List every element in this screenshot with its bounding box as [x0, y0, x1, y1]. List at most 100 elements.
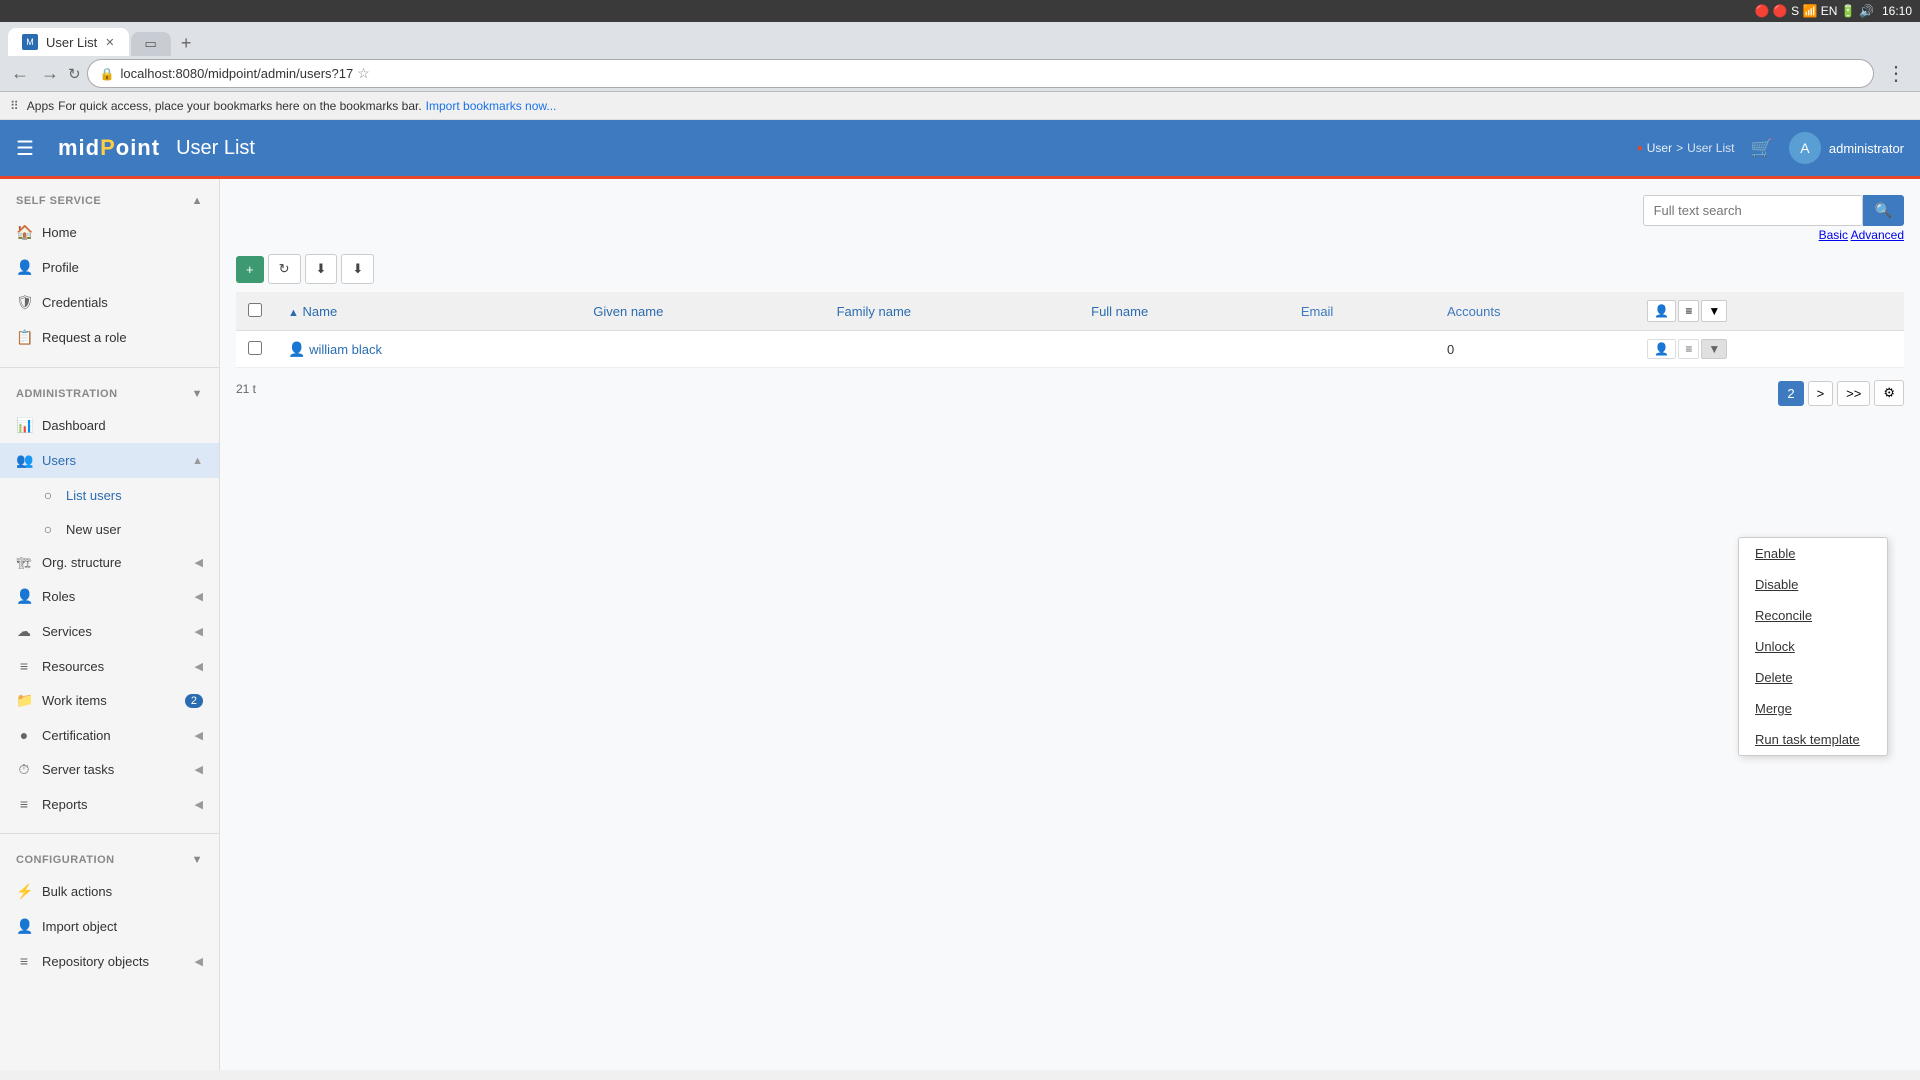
forward-button[interactable]: → — [38, 60, 62, 87]
breadcrumb-user-link[interactable]: User — [1647, 141, 1672, 155]
administration-header[interactable]: ADMINISTRATION ▼ — [0, 380, 219, 408]
sidebar-item-services[interactable]: ☁ Services ◀ — [0, 614, 219, 649]
basic-search-link[interactable]: Basic — [1819, 228, 1848, 242]
sidebar-item-reports[interactable]: ≡ Reports ◀ — [0, 787, 219, 821]
services-chevron: ◀ — [195, 625, 203, 638]
export-button[interactable]: ⬇ — [341, 254, 374, 284]
active-tab[interactable]: M User List ✕ — [8, 28, 129, 56]
row-action-user-btn[interactable]: 👤 — [1647, 339, 1676, 359]
bookmark-star-icon[interactable]: ☆ — [357, 65, 370, 82]
col-header-family-name[interactable]: Family name — [825, 292, 1080, 331]
cart-icon[interactable]: 🛒 — [1750, 138, 1772, 159]
sidebar-server-tasks-label: Server tasks — [42, 762, 114, 777]
sidebar-item-server-tasks[interactable]: ⏱ Server tasks ◀ — [0, 752, 219, 787]
advanced-search-link[interactable]: Advanced — [1851, 228, 1904, 242]
search-button[interactable]: 🔍 — [1863, 195, 1904, 226]
sidebar-org-structure-label: Org. structure — [42, 555, 121, 570]
dropdown-item-unlock[interactable]: Unlock — [1739, 631, 1887, 662]
dropdown-item-delete[interactable]: Delete — [1739, 662, 1887, 693]
dropdown-item-merge[interactable]: Merge — [1739, 693, 1887, 724]
dropdown-item-disable[interactable]: Disable — [1739, 569, 1887, 600]
username-label: administrator — [1829, 141, 1904, 156]
request-role-icon: 📋 — [16, 329, 32, 346]
content-area: 🔍 Basic Advanced + — [220, 179, 1920, 1070]
sidebar-work-items-label: Work items — [42, 693, 107, 708]
import-bookmarks-link[interactable]: Import bookmarks now... — [426, 99, 557, 113]
user-menu[interactable]: A administrator — [1789, 132, 1904, 164]
configuration-chevron: ▼ — [192, 854, 203, 866]
list-users-icon: ○ — [40, 487, 56, 503]
dropdown-item-enable[interactable]: Enable — [1739, 538, 1887, 569]
sidebar-item-import-object[interactable]: 👤 Import object — [0, 909, 219, 944]
search-input[interactable] — [1643, 195, 1863, 226]
select-all-checkbox[interactable] — [248, 303, 262, 317]
sidebar-item-roles[interactable]: 👤 Roles ◀ — [0, 579, 219, 614]
bookmarks-apps-label: Apps — [27, 99, 54, 113]
dropdown-item-reconcile[interactable]: Reconcile — [1739, 600, 1887, 631]
sidebar-item-request-role[interactable]: 📋 Request a role — [0, 320, 219, 355]
inactive-tab[interactable]: ▭ — [131, 32, 171, 56]
col-header-email[interactable]: Email — [1289, 292, 1435, 331]
sidebar-reports-label: Reports — [42, 797, 88, 812]
app-container: ☰ midPoint User List ● User > User List … — [0, 120, 1920, 1070]
refresh-button[interactable]: ↻ — [268, 254, 301, 284]
url-bar[interactable]: 🔒 localhost:8080/midpoint/admin/users?17… — [87, 59, 1874, 88]
dashboard-icon: 📊 — [16, 417, 32, 434]
sidebar-item-work-items[interactable]: 📁 Work items 2 — [0, 683, 219, 718]
row-name-cell: 👤 william black — [276, 331, 581, 368]
page-2-button[interactable]: 2 — [1778, 381, 1803, 406]
self-service-header[interactable]: SELF SERVICE ▲ — [0, 187, 219, 215]
col-icon-btn-1[interactable]: 👤 — [1647, 300, 1676, 322]
sidebar-item-list-users[interactable]: ○ List users — [0, 478, 219, 512]
sidebar-roles-label: Roles — [42, 589, 75, 604]
row-action-dropdown-btn[interactable]: ▼ — [1701, 339, 1727, 359]
row-action-list-btn[interactable]: ≡ — [1678, 339, 1699, 359]
sidebar-item-resources[interactable]: ≡ Resources ◀ — [0, 649, 219, 683]
sidebar-item-users[interactable]: 👥 Users ▲ — [0, 443, 219, 478]
administration-label: ADMINISTRATION — [16, 388, 118, 400]
sidebar-item-new-user[interactable]: ○ New user — [0, 512, 219, 546]
roles-chevron: ◀ — [195, 590, 203, 603]
sidebar-item-certification[interactable]: ● Certification ◀ — [0, 718, 219, 752]
page-settings-button[interactable]: ⚙ — [1874, 380, 1904, 406]
add-icon: + — [246, 262, 254, 277]
row-checkbox[interactable] — [248, 341, 262, 355]
configuration-header[interactable]: CONFIGURATION ▼ — [0, 846, 219, 874]
col-header-accounts[interactable]: Accounts — [1435, 292, 1635, 331]
tab-label: User List — [46, 35, 97, 50]
browser-menu-button[interactable]: ⋮ — [1880, 58, 1912, 89]
row-user-icon: 👤 — [288, 341, 305, 357]
hamburger-menu-icon[interactable]: ☰ — [16, 136, 34, 161]
sidebar-item-home[interactable]: 🏠 Home — [0, 215, 219, 250]
add-button[interactable]: + — [236, 256, 264, 283]
accounts-value: 0 — [1447, 342, 1454, 357]
new-tab-button[interactable]: + — [175, 31, 198, 56]
page-title: User List — [176, 137, 1621, 160]
col-header-full-name[interactable]: Full name — [1079, 292, 1289, 331]
sidebar-item-org-structure[interactable]: 🏗 Org. structure ◀ — [0, 546, 219, 579]
bookmarks-bar: ⠿ Apps For quick access, place your book… — [0, 92, 1920, 120]
dropdown-item-run-task-template[interactable]: Run task template — [1739, 724, 1887, 755]
work-items-badge: 2 — [185, 694, 203, 708]
sidebar-item-dashboard[interactable]: 📊 Dashboard — [0, 408, 219, 443]
back-button[interactable]: ← — [8, 60, 32, 87]
col-header-name[interactable]: ▲ Name — [276, 292, 581, 331]
sidebar-item-bulk-actions[interactable]: ⚡ Bulk actions — [0, 874, 219, 909]
tab-close-button[interactable]: ✕ — [105, 36, 114, 49]
roles-icon: 👤 — [16, 588, 32, 605]
sidebar-item-credentials[interactable]: 🛡 Credentials — [0, 285, 219, 320]
sidebar-item-repository-objects[interactable]: ≡ Repository objects ◀ — [0, 944, 219, 978]
page-next-button[interactable]: > — [1808, 381, 1834, 406]
row-name-link[interactable]: william black — [309, 342, 382, 357]
col-dropdown-btn[interactable]: ▼ — [1701, 300, 1727, 322]
system-tray-icons: 🔴 🔴 S 📶 EN 🔋 🔊 — [1755, 4, 1874, 18]
sidebar-item-profile[interactable]: 👤 Profile — [0, 250, 219, 285]
page-last-button[interactable]: >> — [1837, 381, 1870, 406]
breadcrumb-current: User List — [1687, 141, 1734, 155]
lock-icon: 🔒 — [100, 67, 115, 81]
reload-button[interactable]: ↻ — [68, 65, 81, 83]
download-button[interactable]: ⬇ — [305, 254, 338, 284]
col-icon-btn-2[interactable]: ≡ — [1678, 300, 1699, 322]
select-all-header — [236, 292, 276, 331]
col-header-given-name[interactable]: Given name — [581, 292, 824, 331]
